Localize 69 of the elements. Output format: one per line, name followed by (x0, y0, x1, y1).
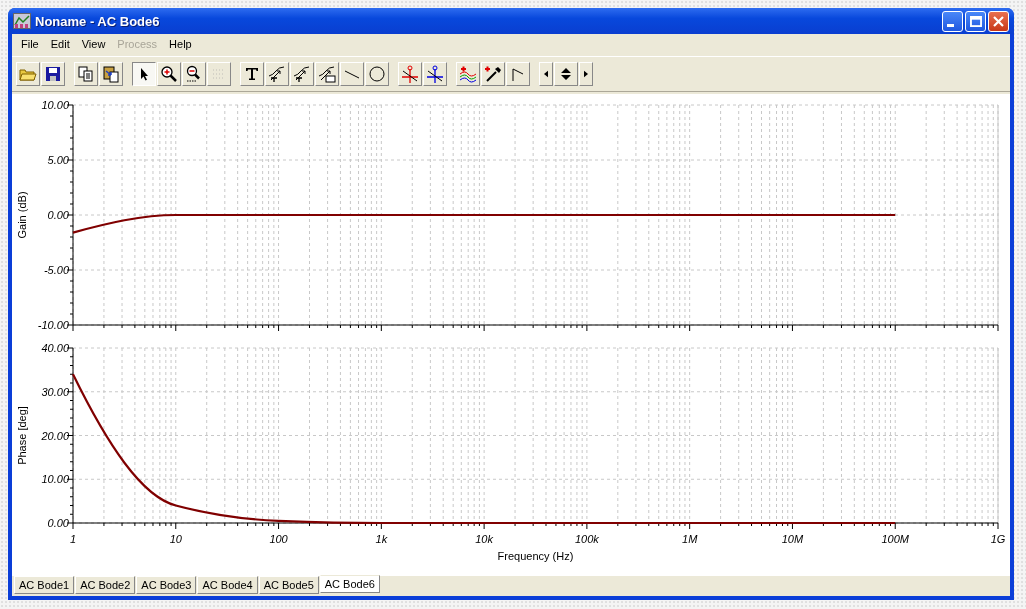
x-tick-label: 1 (69, 533, 77, 545)
y-tick-label: -5.00 (43, 264, 69, 276)
app-icon (13, 13, 31, 29)
zoom-in-icon (160, 65, 178, 83)
x-tick-label: 100M (881, 533, 909, 545)
sheet-tab[interactable]: AC Bode2 (75, 576, 136, 594)
sheet-tab[interactable]: AC Bode1 (14, 576, 75, 594)
close-icon (993, 15, 1004, 27)
right-tool-button[interactable] (579, 62, 593, 86)
pointer-tool-button[interactable] (132, 62, 156, 86)
maximize-button[interactable] (965, 10, 986, 32)
circle-tool-button[interactable] (365, 62, 389, 86)
x-tick-label: 100 (269, 533, 288, 545)
y-tick-label: 30.00 (41, 385, 69, 398)
y-tick-label: 0.00 (47, 517, 69, 529)
sheet-tab[interactable]: AC Bode6 (319, 575, 380, 593)
copy-icon (77, 65, 95, 83)
text-icon (243, 65, 261, 83)
x-axis-label: Frequency (Hz) (497, 550, 574, 562)
menu-item[interactable]: View (75, 37, 112, 50)
dropper-tool-button[interactable] (481, 62, 505, 86)
save-tool-button[interactable] (41, 62, 65, 86)
sheet-tab[interactable]: AC Bode4 (197, 576, 258, 594)
y-tick-label: -10.00 (37, 319, 69, 331)
window-title: Noname - AC Bode6 (35, 13, 160, 29)
x-tick-label: 10 (169, 533, 182, 545)
cursor-a-icon (401, 65, 419, 83)
cursor-a-tool-button[interactable] (398, 62, 422, 86)
minimize-button[interactable] (942, 10, 963, 32)
add-curve-icon (459, 65, 477, 83)
zoom-in-tool-button[interactable] (157, 62, 181, 86)
x-tick-label: 1k (375, 533, 388, 545)
y-tick-label: 10.00 (41, 99, 69, 111)
save-icon (44, 65, 62, 83)
cursor-b-icon (426, 65, 444, 83)
menu-item[interactable]: Edit (44, 37, 76, 50)
x-tick-label: 100k (574, 533, 599, 545)
copy-tool-button[interactable] (74, 62, 98, 86)
maximize-icon (969, 15, 982, 27)
y-tick-label: 40.00 (41, 342, 69, 354)
close-button[interactable] (988, 10, 1009, 32)
x-tick-label: 10k (475, 533, 493, 545)
zoom-out-icon (185, 65, 203, 83)
x-tick-label: 1M (682, 533, 698, 545)
add-curve-tool-button[interactable] (456, 62, 480, 86)
paste-tool-button[interactable] (99, 62, 123, 86)
sheet-tab[interactable]: AC Bode5 (258, 576, 319, 594)
text-tool-button[interactable] (240, 62, 264, 86)
minimize-icon (947, 23, 954, 27)
y-axis-label: Gain (dB) (16, 191, 28, 239)
dropper-icon (484, 65, 502, 83)
left-tool-button[interactable] (539, 62, 553, 86)
y-tick-label: 10.00 (41, 473, 69, 486)
zoom-out-tool-button[interactable] (182, 62, 206, 86)
menu-item[interactable]: File (15, 37, 45, 50)
line-tool-button[interactable] (340, 62, 364, 86)
menu-item[interactable]: Help (163, 37, 198, 50)
y-tick-label: 0.00 (47, 209, 69, 221)
x-tick-label: 10M (781, 533, 804, 545)
sheet-tab[interactable]: AC Bode3 (136, 576, 197, 594)
circle-icon (368, 65, 386, 83)
paste-icon (102, 65, 120, 83)
updown-tool-button[interactable] (554, 62, 578, 86)
open-tool-button[interactable] (16, 62, 40, 86)
y-axis-label: Phase [deg] (16, 406, 28, 465)
y-tick-label: 5.00 (47, 154, 69, 166)
cursor-b-tool-button[interactable] (423, 62, 447, 86)
y-tick-label: 20.00 (41, 429, 69, 442)
x-tick-label: 1G (990, 533, 1006, 545)
